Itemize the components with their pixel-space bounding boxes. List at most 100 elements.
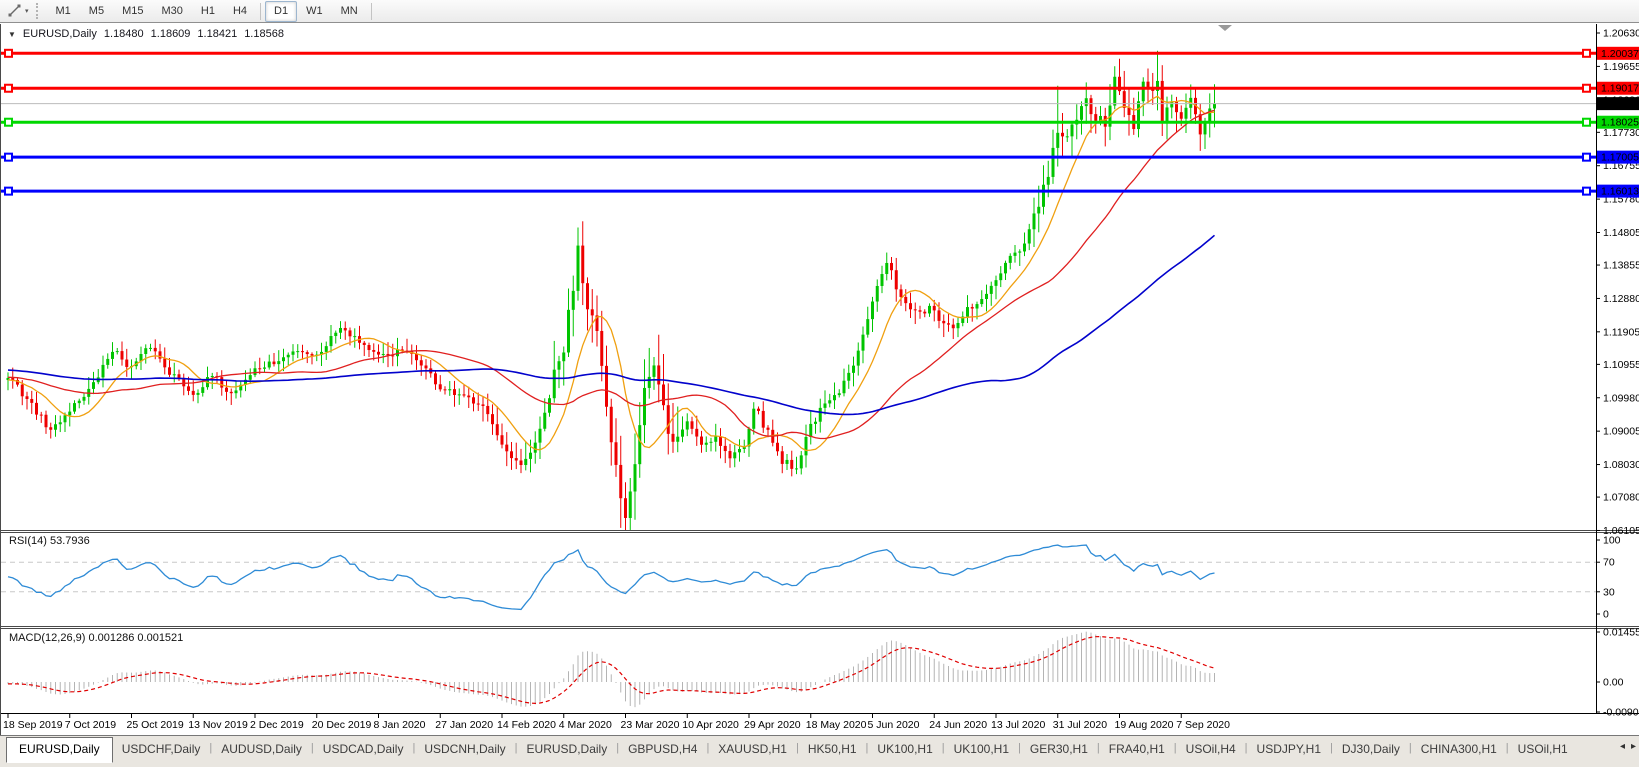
timeframe-button-h1[interactable]: H1 <box>192 1 224 22</box>
timeframe-button-m30[interactable]: M30 <box>152 1 191 22</box>
svg-text:19 Aug 2020: 19 Aug 2020 <box>1115 719 1174 731</box>
svg-text:1.07080: 1.07080 <box>1603 492 1639 504</box>
toolbar-separator <box>260 2 262 20</box>
macd-indicator-label: MACD(12,26,9) 0.001286 0.001521 <box>9 632 184 644</box>
tab-ger30-h1-11[interactable]: GER30,H1 <box>1021 738 1097 762</box>
svg-text:29 Apr 2020: 29 Apr 2020 <box>744 719 801 731</box>
svg-text:27 Jan 2020: 27 Jan 2020 <box>435 719 493 731</box>
svg-text:1.09005: 1.09005 <box>1603 426 1639 438</box>
timeframe-button-d1[interactable]: D1 <box>265 0 298 22</box>
cursor-tool-button[interactable]: ▾ <box>4 4 32 19</box>
tab-usdchf-daily-1[interactable]: USDCHF,Daily <box>113 738 210 762</box>
chart-dropdown-caret-icon[interactable]: ▼ <box>8 30 16 39</box>
toolbar-caret-icon[interactable]: ▾ <box>25 8 29 15</box>
horizontal-lines[interactable] <box>1 48 1596 196</box>
pane-frame <box>1 24 1639 714</box>
svg-text:13 Nov 2019: 13 Nov 2019 <box>188 719 248 731</box>
tab-usdcad-daily-3[interactable]: USDCAD,Daily <box>314 738 413 762</box>
chart-close-value: 1.18568 <box>244 28 284 40</box>
chart-symbol-label: EURUSD,Daily <box>22 28 97 40</box>
svg-text:1.10955: 1.10955 <box>1603 359 1639 371</box>
rsi-line <box>7 544 1215 611</box>
tab-hk50-h1-8[interactable]: HK50,H1 <box>799 738 866 762</box>
svg-text:24 Jun 2020: 24 Jun 2020 <box>929 719 987 731</box>
tab-china300-h1-16[interactable]: CHINA300,H1 <box>1412 738 1506 762</box>
svg-text:0: 0 <box>1603 609 1609 621</box>
tab-usdcnh-daily-4[interactable]: USDCNH,Daily <box>415 738 514 762</box>
price-scale[interactable]: 1.206301.196551.186801.177301.167551.157… <box>1596 28 1639 719</box>
svg-text:1.16013: 1.16013 <box>1601 186 1639 198</box>
timeframe-button-h4[interactable]: H4 <box>224 1 256 22</box>
tab-scroll-right-icon[interactable]: ▸ <box>1631 741 1636 752</box>
chart-shift-marker-icon[interactable] <box>1218 25 1232 31</box>
tab-audusd-daily-2[interactable]: AUDUSD,Daily <box>212 738 311 762</box>
tab-scrollers: ◂ ▸ <box>1620 741 1636 752</box>
tab-usoil-h1-17[interactable]: USOil,H1 <box>1509 738 1577 762</box>
svg-text:1.19017: 1.19017 <box>1601 83 1639 95</box>
chart-canvas[interactable]: 1.206301.196551.186801.177301.167551.157… <box>1 24 1639 735</box>
svg-text:1.13855: 1.13855 <box>1603 260 1639 272</box>
svg-text:30: 30 <box>1603 586 1615 598</box>
timeframe-button-m1[interactable]: M1 <box>47 1 80 22</box>
toolbar: ▾ M1 M5 M15 M30 H1 H4 D1 W1 MN <box>0 0 1639 23</box>
toolbar-separator <box>370 2 372 20</box>
svg-text:2 Dec 2019: 2 Dec 2019 <box>250 719 304 731</box>
svg-text:7 Sep 2020: 7 Sep 2020 <box>1176 719 1230 731</box>
chart-low-value: 1.18421 <box>197 28 238 40</box>
svg-text:4 Mar 2020: 4 Mar 2020 <box>559 719 612 731</box>
tab-eurusd-daily-5[interactable]: EURUSD,Daily <box>518 738 617 762</box>
tab-xauusd-h1-7[interactable]: XAUUSD,H1 <box>709 738 796 762</box>
chart-high-value: 1.18609 <box>150 28 191 40</box>
ma-10-line <box>7 95 1215 452</box>
tab-dj30-daily-15[interactable]: DJ30,Daily <box>1333 738 1409 762</box>
svg-text:0.014556: 0.014556 <box>1603 627 1639 639</box>
svg-text:10 Apr 2020: 10 Apr 2020 <box>682 719 739 731</box>
timeframe-button-m15[interactable]: M15 <box>113 1 152 22</box>
svg-text:1.20630: 1.20630 <box>1603 28 1639 40</box>
rsi-pane <box>1 544 1596 611</box>
svg-text:18 Sep 2019: 18 Sep 2019 <box>3 719 63 731</box>
svg-text:1.19655: 1.19655 <box>1603 61 1639 73</box>
rsi-indicator-label: RSI(14) 53.7936 <box>9 535 90 547</box>
cursor-tool-icon <box>8 4 21 16</box>
timeframe-button-mn[interactable]: MN <box>332 1 367 22</box>
chart-tabbar: EURUSD,Daily USDCHF,Daily | AUDUSD,Daily | US… <box>0 735 1639 767</box>
tab-gbpusd-h4-6[interactable]: GBPUSD,H4 <box>619 738 706 762</box>
moving-average-lines <box>7 95 1216 452</box>
date-axis[interactable]: 18 Sep 2019 7 Oct 2019 25 Oct 2019 13 Nov 2… <box>3 713 1230 731</box>
macd-pane <box>7 631 1215 708</box>
tab-uk100-h1-9[interactable]: UK100,H1 <box>868 738 941 762</box>
svg-text:1.20037: 1.20037 <box>1601 48 1639 60</box>
tab-usoil-h4-13[interactable]: USOil,H4 <box>1177 738 1245 762</box>
tab-fra40-h1-12[interactable]: FRA40,H1 <box>1100 738 1174 762</box>
chart-title: ▼ EURUSD,Daily 1.18480 1.18609 1.18421 1… <box>8 28 284 40</box>
svg-text:7 Oct 2019: 7 Oct 2019 <box>65 719 117 731</box>
svg-text:100: 100 <box>1603 535 1621 547</box>
svg-text:31 Jul 2020: 31 Jul 2020 <box>1053 719 1107 731</box>
svg-text:70: 70 <box>1603 557 1615 569</box>
tab-uk100-h1-10[interactable]: UK100,H1 <box>945 738 1018 762</box>
tab-eurusd-daily-0[interactable]: EURUSD,Daily <box>6 737 113 763</box>
svg-text:1.18568: 1.18568 <box>1601 98 1639 110</box>
svg-text:1.09980: 1.09980 <box>1603 392 1639 404</box>
timeframe-button-w1[interactable]: W1 <box>297 1 332 22</box>
toolbar-grip[interactable] <box>35 3 41 19</box>
svg-text:20 Dec 2019: 20 Dec 2019 <box>312 719 372 731</box>
svg-text:18 May 2020: 18 May 2020 <box>806 719 867 731</box>
svg-text:25 Oct 2019: 25 Oct 2019 <box>127 719 184 731</box>
timeframe-button-m5[interactable]: M5 <box>80 1 113 22</box>
svg-text:5 Jun 2020: 5 Jun 2020 <box>868 719 920 731</box>
svg-text:1.11905: 1.11905 <box>1603 326 1639 338</box>
chart-open-value: 1.18480 <box>103 28 144 40</box>
tab-scroll-left-icon[interactable]: ◂ <box>1620 741 1625 752</box>
svg-text:-0.009001: -0.009001 <box>1603 707 1639 719</box>
svg-text:1.17005: 1.17005 <box>1601 152 1639 164</box>
svg-text:13 Jul 2020: 13 Jul 2020 <box>991 719 1045 731</box>
svg-text:23 Mar 2020: 23 Mar 2020 <box>621 719 680 731</box>
svg-text:1.14805: 1.14805 <box>1603 227 1639 239</box>
chart-window: 1.206301.196551.186801.177301.167551.157… <box>0 24 1639 735</box>
svg-text:1.08030: 1.08030 <box>1603 459 1639 471</box>
tab-usdjpy-h1-14[interactable]: USDJPY,H1 <box>1248 738 1330 762</box>
svg-text:0.00: 0.00 <box>1603 677 1624 689</box>
svg-text:1.18025: 1.18025 <box>1601 117 1639 129</box>
